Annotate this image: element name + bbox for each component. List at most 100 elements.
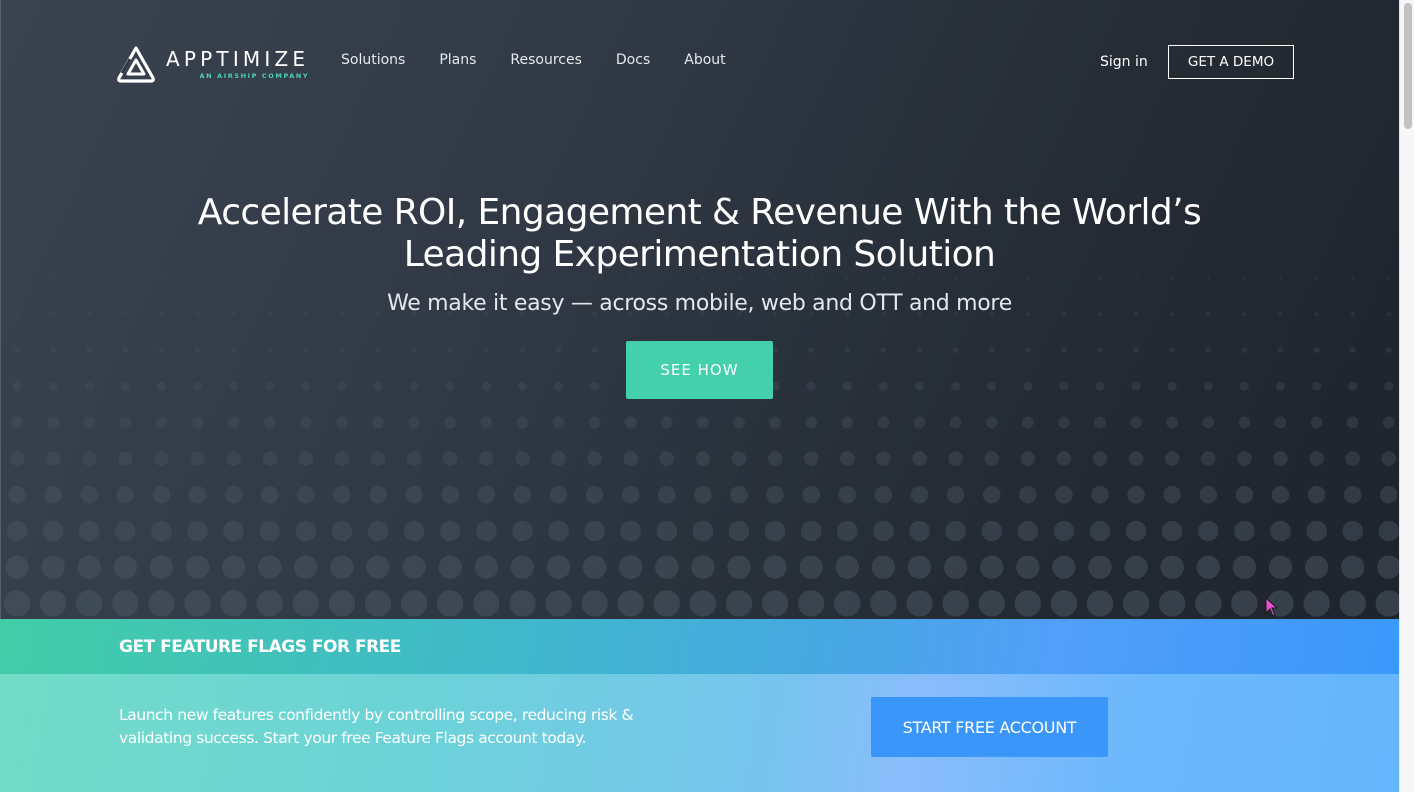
decorative-dot bbox=[373, 381, 383, 391]
decorative-dot bbox=[1303, 590, 1330, 617]
decorative-dot bbox=[112, 590, 139, 617]
decorative-dot bbox=[835, 555, 859, 579]
decorative-dot bbox=[405, 486, 423, 504]
decorative-dot bbox=[122, 347, 129, 353]
decorative-dot bbox=[1339, 590, 1366, 617]
decorative-dot bbox=[593, 276, 597, 280]
decorative-dot bbox=[509, 590, 536, 617]
sign-in-link[interactable]: Sign in bbox=[1100, 52, 1148, 72]
nav-link-docs[interactable]: Docs bbox=[616, 50, 650, 70]
decorative-dot bbox=[909, 520, 930, 542]
decorative-dot bbox=[481, 381, 491, 391]
decorative-dot bbox=[232, 276, 236, 280]
decorative-dot bbox=[76, 590, 103, 617]
decorative-dot bbox=[629, 276, 633, 280]
scrollbar-thumb[interactable] bbox=[1404, 3, 1412, 129]
decorative-dot bbox=[617, 590, 644, 617]
decorative-dot bbox=[845, 276, 849, 280]
decorative-dot bbox=[844, 347, 851, 353]
decorative-dot bbox=[1205, 347, 1212, 353]
brand-tagline: AN AIRSHIP COMPANY bbox=[199, 72, 310, 80]
decorative-dot bbox=[987, 381, 997, 391]
decorative-dot bbox=[444, 416, 457, 429]
decorative-dot bbox=[730, 486, 748, 504]
nav-link-plans[interactable]: Plans bbox=[439, 50, 476, 70]
decorative-dot bbox=[50, 347, 57, 353]
hero-subheadline: We make it easy — across mobile, web and… bbox=[387, 291, 1012, 316]
nav-link-solutions[interactable]: Solutions bbox=[341, 50, 405, 70]
decorative-dot bbox=[907, 555, 932, 579]
decorative-dot bbox=[880, 347, 887, 353]
decorative-dot bbox=[230, 347, 237, 353]
decorative-dot bbox=[156, 381, 166, 391]
decorative-dot bbox=[77, 555, 101, 579]
decorative-dot bbox=[1095, 381, 1105, 391]
decorative-dot bbox=[340, 276, 344, 280]
decorative-dot bbox=[1170, 276, 1174, 280]
decorative-dot bbox=[623, 451, 638, 466]
decorative-dot bbox=[1128, 451, 1144, 466]
decorative-dot bbox=[691, 555, 715, 579]
decorative-dot bbox=[581, 590, 608, 617]
decorative-dot bbox=[258, 555, 282, 579]
decorative-dot bbox=[1315, 276, 1319, 280]
decorative-dot bbox=[409, 381, 419, 391]
decorative-dot bbox=[803, 451, 819, 466]
decorative-dot bbox=[372, 416, 384, 429]
decorative-dot bbox=[910, 486, 929, 504]
vertical-scrollbar[interactable] bbox=[1399, 0, 1414, 792]
nav-link-resources[interactable]: Resources bbox=[510, 50, 582, 70]
decorative-dot bbox=[871, 555, 896, 579]
start-free-account-button[interactable]: START FREE ACCOUNT bbox=[871, 697, 1108, 757]
decorative-dot bbox=[805, 416, 818, 429]
decorative-dot bbox=[1125, 520, 1147, 542]
decorative-dot bbox=[512, 520, 533, 542]
decorative-dot bbox=[1341, 555, 1365, 579]
decorative-dot bbox=[1343, 486, 1362, 504]
decorative-dot bbox=[1163, 486, 1181, 504]
decorative-dot bbox=[591, 347, 598, 353]
decorative-dot bbox=[906, 590, 933, 617]
decorative-dot bbox=[1385, 347, 1392, 353]
decorative-dot bbox=[876, 451, 891, 466]
get-a-demo-button[interactable]: GET A DEMO bbox=[1168, 45, 1294, 79]
decorative-dot bbox=[918, 276, 921, 280]
decorative-dot bbox=[229, 381, 239, 391]
decorative-dot bbox=[260, 486, 279, 504]
decorative-dot bbox=[1206, 276, 1210, 280]
decorative-dot bbox=[1235, 486, 1254, 504]
decorative-dot bbox=[1098, 276, 1102, 280]
decorative-dot bbox=[1023, 381, 1033, 391]
decorative-dot bbox=[1241, 347, 1248, 353]
decorative-dot bbox=[916, 347, 923, 353]
decorative-dot bbox=[873, 520, 894, 542]
decorative-dot bbox=[517, 381, 527, 391]
decorative-dot bbox=[301, 381, 311, 391]
decorative-dot bbox=[733, 416, 745, 429]
decorative-dot bbox=[877, 416, 890, 429]
decorative-dot bbox=[1377, 555, 1399, 579]
decorative-dot bbox=[158, 347, 165, 353]
decorative-dot bbox=[297, 486, 315, 504]
decorative-dot bbox=[113, 555, 137, 579]
decorative-dot bbox=[697, 416, 709, 429]
decorative-dot bbox=[1094, 416, 1106, 429]
decorative-dot bbox=[256, 590, 283, 617]
decorative-dot bbox=[912, 451, 927, 466]
decorative-dot bbox=[842, 381, 852, 391]
decorative-dot bbox=[259, 520, 281, 542]
main-menu: Solutions Plans Resources Docs About bbox=[341, 50, 760, 70]
decorative-dot bbox=[585, 486, 604, 504]
decorative-dot bbox=[8, 486, 26, 504]
decorative-dot bbox=[737, 276, 741, 280]
decorative-dot bbox=[552, 416, 565, 429]
brand-logo-link[interactable]: APPTIMIZE AN AIRSHIP COMPANY bbox=[116, 45, 309, 83]
nav-link-about[interactable]: About bbox=[684, 50, 725, 70]
decorative-dot bbox=[187, 520, 208, 542]
decorative-dot bbox=[1231, 590, 1258, 617]
decorative-dot bbox=[840, 451, 855, 466]
decorative-dot bbox=[1016, 555, 1040, 579]
decorative-dot bbox=[154, 451, 169, 466]
decorative-dot bbox=[659, 451, 675, 466]
see-how-button[interactable]: SEE HOW bbox=[626, 341, 773, 399]
